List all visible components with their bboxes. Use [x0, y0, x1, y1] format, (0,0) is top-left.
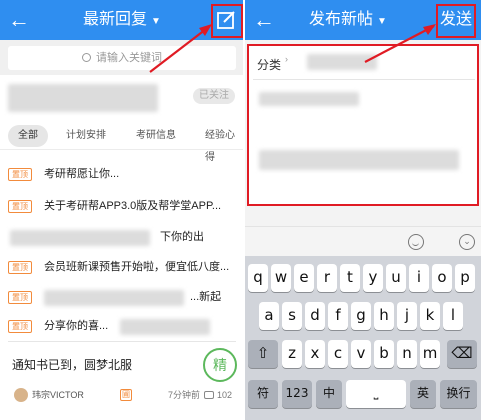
search-bar: 请输入关键词: [0, 40, 244, 75]
comment-count-value: 102: [217, 390, 233, 400]
search-icon: [82, 53, 91, 62]
pinned-badge: 置顶: [8, 320, 32, 333]
essence-badge: 精: [203, 348, 237, 382]
key-q[interactable]: q: [248, 264, 268, 292]
post-row[interactable]: 置顶 分享你的喜...: [0, 315, 244, 339]
tab-info[interactable]: 考研信息: [136, 125, 176, 147]
key-l[interactable]: l: [443, 302, 463, 330]
chinese-input-key[interactable]: 中: [316, 380, 342, 408]
key-z[interactable]: z: [282, 340, 302, 368]
sort-dropdown[interactable]: 最新回复 ▼: [0, 10, 244, 32]
forum-list-screen: ← 最新回复 ▼ 请输入关键词 已关注 全部 计划安排 考研信息 经验心得 置顶 …: [0, 0, 244, 420]
compose-toolbar: ⌄: [245, 226, 481, 256]
post-row[interactable]: 置顶 考研帮愿让你...: [0, 163, 244, 187]
key-w[interactable]: w: [271, 264, 291, 292]
divider: [0, 149, 244, 150]
post-title: ...新起: [190, 291, 222, 303]
key-m[interactable]: m: [420, 340, 440, 368]
post-time: 7分钟前: [168, 390, 201, 400]
key-n[interactable]: n: [397, 340, 417, 368]
post-title: 分享你的喜...: [44, 320, 109, 332]
keyboard: q w e r t y u i o p a s d f g h j k l ⇧ …: [245, 256, 481, 420]
key-f[interactable]: f: [328, 302, 348, 330]
page-title: 最新回复: [83, 11, 148, 28]
featured-post-card[interactable]: 通知书已到，圆梦北服 精 玮宗VICTOR 圃 7分钟前 102: [8, 341, 237, 413]
follow-badge[interactable]: 已关注: [193, 88, 235, 104]
shift-key[interactable]: ⇧: [248, 340, 278, 368]
annotation-box-compose: [211, 4, 243, 38]
key-e[interactable]: e: [294, 264, 314, 292]
annotation-box-send: [436, 4, 476, 38]
pinned-badge: 置顶: [8, 168, 32, 181]
post-row[interactable]: 下你的出: [0, 226, 244, 250]
author-name[interactable]: 玮宗VICTOR: [32, 388, 84, 402]
post-row[interactable]: 置顶 关于考研帮APP3.0版及帮学堂APP...: [0, 195, 244, 219]
pinned-badge: 置顶: [8, 200, 32, 213]
chevron-down-icon: ▼: [377, 16, 387, 27]
key-c[interactable]: c: [328, 340, 348, 368]
post-title: 下你的出: [160, 231, 204, 243]
post-title: 通知书已到，圆梦北服: [12, 358, 133, 372]
board-dropdown[interactable]: 发布新帖 ▼: [245, 10, 451, 32]
key-t[interactable]: t: [340, 264, 360, 292]
symbol-key[interactable]: 符: [248, 380, 278, 408]
content-input[interactable]: [259, 150, 459, 170]
key-p[interactable]: p: [455, 264, 475, 292]
tab-all[interactable]: 全部: [8, 125, 48, 147]
category-tabs: 全部 计划安排 考研信息 经验心得: [0, 125, 244, 163]
new-post-screen: ← 发布新帖 ▼ 发送 分类 › ⌄ q w e r t y u i o p a …: [245, 0, 481, 420]
pinned-badge: 置顶: [8, 291, 32, 304]
key-d[interactable]: d: [305, 302, 325, 330]
blurred-text: [10, 230, 150, 246]
space-key[interactable]: ⎵: [346, 380, 406, 408]
comment-icon: [204, 391, 214, 399]
chevron-right-icon: ›: [285, 54, 288, 64]
key-x[interactable]: x: [305, 340, 325, 368]
post-title: 关于考研帮APP3.0版及帮学堂APP...: [44, 200, 222, 212]
collapse-keyboard-icon[interactable]: ⌄: [459, 234, 475, 250]
left-top-bar: ← 最新回复 ▼: [0, 0, 244, 40]
english-input-key[interactable]: 英: [410, 380, 436, 408]
blurred-text: [120, 319, 210, 335]
number-key[interactable]: 123: [282, 380, 312, 408]
blurred-header: [8, 84, 158, 112]
search-placeholder: 请输入关键词: [96, 52, 162, 64]
key-k[interactable]: k: [420, 302, 440, 330]
comment-count: 102: [204, 388, 232, 402]
key-i[interactable]: i: [409, 264, 429, 292]
title-input[interactable]: [259, 92, 359, 106]
key-y[interactable]: y: [363, 264, 383, 292]
page-title: 发布新帖: [309, 11, 374, 28]
key-h[interactable]: h: [374, 302, 394, 330]
post-title: 会员班新课预售开始啦，便宜低八度...: [44, 261, 230, 273]
post-row[interactable]: 置顶 ...新起: [0, 286, 244, 310]
key-b[interactable]: b: [374, 340, 394, 368]
return-key[interactable]: 换行: [440, 380, 477, 408]
key-v[interactable]: v: [351, 340, 371, 368]
search-input[interactable]: 请输入关键词: [8, 46, 236, 70]
key-s[interactable]: s: [282, 302, 302, 330]
divider: [253, 79, 475, 80]
tab-plan[interactable]: 计划安排: [66, 125, 106, 147]
delete-key[interactable]: ⌫: [447, 340, 477, 368]
post-title: 考研帮愿让你...: [44, 168, 120, 180]
chevron-down-icon: ▼: [151, 16, 161, 27]
post-row[interactable]: 置顶 会员班新课预售开始啦，便宜低八度...: [0, 256, 244, 280]
key-a[interactable]: a: [259, 302, 279, 330]
category-label[interactable]: 分类: [257, 56, 281, 73]
key-u[interactable]: u: [386, 264, 406, 292]
key-j[interactable]: j: [397, 302, 417, 330]
level-badge: 圃: [120, 389, 132, 401]
pinned-badge: 置顶: [8, 261, 32, 274]
key-o[interactable]: o: [432, 264, 452, 292]
emoji-icon[interactable]: [408, 234, 424, 250]
blurred-text: [307, 54, 377, 70]
key-r[interactable]: r: [317, 264, 337, 292]
key-g[interactable]: g: [351, 302, 371, 330]
avatar: [14, 388, 28, 402]
blurred-text: [44, 290, 184, 306]
